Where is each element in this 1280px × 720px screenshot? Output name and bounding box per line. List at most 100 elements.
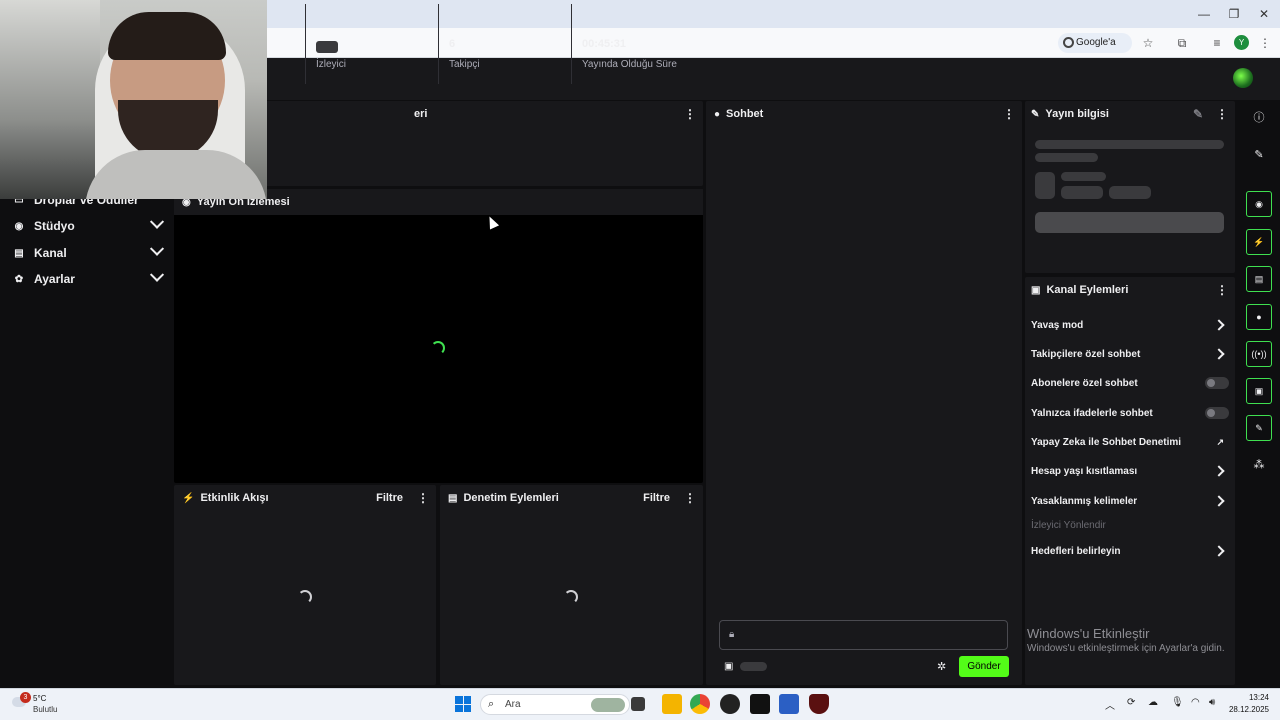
- file-explorer-icon[interactable]: [662, 694, 682, 714]
- channel-icon: ▤: [14, 247, 24, 259]
- gear-icon: ✿: [14, 273, 24, 285]
- chevron-right-icon: [1213, 348, 1225, 360]
- action-label: Hesap yaşı kısıtlaması: [1031, 465, 1138, 477]
- cloud-sync-icon[interactable]: ☁: [1148, 697, 1158, 708]
- stat-value: 00:45:31: [582, 38, 627, 50]
- more-options-icon[interactable]: ⋮: [1003, 107, 1015, 121]
- browser-menu-icon[interactable]: ⋮: [1256, 34, 1274, 52]
- preview-toggle-icon[interactable]: ◉: [1246, 191, 1272, 217]
- shield-app-icon[interactable]: [809, 694, 829, 714]
- more-options-icon[interactable]: ⋮: [684, 491, 696, 505]
- stream-info-title: Yayın bilgisi: [1045, 108, 1109, 120]
- weather-temp[interactable]: 5°C: [33, 694, 46, 703]
- clock-time[interactable]: 13:24: [1229, 693, 1269, 702]
- browser-profile-avatar[interactable]: Y: [1234, 35, 1249, 50]
- store-icon[interactable]: ▣: [1246, 378, 1272, 404]
- task-view-icon[interactable]: [631, 697, 645, 711]
- loading-spinner: [564, 590, 578, 604]
- emotes-only-toggle[interactable]: [1205, 407, 1229, 419]
- channel-actions-header: ▣ Kanal Eylemleri ⋮: [1025, 277, 1235, 303]
- action-label: Hedefleri belirleyin: [1031, 545, 1121, 557]
- external-link-icon: ↗: [1216, 436, 1224, 447]
- chevron-down-icon: [149, 241, 165, 256]
- chevron-right-icon: [1213, 545, 1225, 557]
- minimize-icon[interactable]: —: [1194, 5, 1214, 23]
- bookmark-star-icon[interactable]: ☆: [1139, 34, 1157, 52]
- clock-date[interactable]: 28.12.2025: [1225, 705, 1269, 714]
- app-icon[interactable]: [750, 694, 770, 714]
- search-icon: ⌕: [488, 698, 495, 710]
- stat-value: 6: [449, 38, 456, 50]
- more-options-icon[interactable]: ⋮: [1216, 107, 1228, 121]
- action-account-age[interactable]: Hesap yaşı kısıtlaması: [1031, 461, 1229, 481]
- volume-icon[interactable]: 🔊︎: [1209, 697, 1215, 708]
- edit-pencil-icon[interactable]: ✎: [1250, 146, 1268, 164]
- tag-placeholder: [1061, 186, 1103, 199]
- action-label: Yalnızca ifadelerle sohbet: [1031, 407, 1153, 419]
- stats-title: eri: [414, 108, 428, 120]
- mod-actions-filter-button[interactable]: Filtre: [643, 492, 670, 504]
- chevron-up-icon[interactable]: ︿: [1105, 697, 1115, 712]
- info-icon[interactable]: ⓘ: [1250, 109, 1268, 127]
- extensions-icon[interactable]: ⧉: [1173, 34, 1191, 52]
- close-icon[interactable]: ✕: [1254, 5, 1274, 23]
- action-slow-mode[interactable]: Yavaş mod: [1031, 315, 1229, 335]
- wifi-icon[interactable]: ◠: [1191, 697, 1200, 708]
- user-avatar[interactable]: [1233, 68, 1253, 88]
- action-banned-words[interactable]: Yasaklanmış kelimeler: [1031, 491, 1229, 511]
- windows-start-icon[interactable]: [455, 696, 471, 712]
- stream-preview-panel: ◉ Yayın Ön İzlemesi: [174, 189, 703, 483]
- google-lens-icon: [1063, 37, 1074, 48]
- mod-actions-panel: ▤ Denetim Eylemleri Filtre ⋮: [440, 485, 703, 685]
- chat-settings-gear-icon[interactable]: ✲: [937, 660, 946, 673]
- activity-header: ⚡ Etkinlik Akışı Filtre ⋮: [174, 485, 436, 511]
- google-ask-button[interactable]: Google'a Sor: [1058, 33, 1132, 68]
- chat-bubble-icon: ●: [714, 108, 721, 120]
- store-icon[interactable]: ▣: [724, 661, 734, 672]
- microphone-icon[interactable]: 🎙︎: [1171, 697, 1184, 708]
- add-widget-icon[interactable]: ⁂: [1250, 456, 1268, 474]
- more-options-icon[interactable]: ⋮: [684, 107, 696, 121]
- obs-icon[interactable]: [720, 694, 740, 714]
- action-label: Yapay Zeka ile Sohbet Denetimi: [1031, 436, 1182, 448]
- activity-filter-button[interactable]: Filtre: [376, 492, 403, 504]
- store-icon: ▣: [1031, 284, 1041, 296]
- wrench-icon: ✎: [1031, 108, 1040, 120]
- studio-icon: ◉: [14, 220, 24, 232]
- chat-bubble-icon[interactable]: ●: [1246, 304, 1272, 330]
- document-icon[interactable]: ▤: [1246, 266, 1272, 292]
- sidebar-item-channel[interactable]: ▤ Kanal: [12, 241, 165, 264]
- more-options-icon[interactable]: ⋮: [417, 491, 429, 505]
- wrench-icon[interactable]: ✎: [1246, 415, 1272, 441]
- action-followers-only[interactable]: Takipçilere özel sohbet: [1031, 344, 1229, 364]
- stat-label: İzleyici: [316, 59, 347, 70]
- viewer-count-placeholder: [316, 41, 338, 53]
- chevron-right-icon: [1213, 319, 1225, 331]
- sync-icon[interactable]: ⟳: [1127, 697, 1135, 708]
- lightning-icon[interactable]: ⚡: [1246, 229, 1272, 255]
- stat-label: Takipçi: [449, 59, 480, 70]
- action-set-goals[interactable]: Hedefleri belirleyin: [1031, 541, 1229, 561]
- activity-title: Etkinlik Akışı: [200, 492, 269, 504]
- app-icon[interactable]: [779, 694, 799, 714]
- title-placeholder: [1035, 140, 1224, 149]
- taskbar-search-input[interactable]: ⌕ Ara: [480, 694, 630, 715]
- webcam-background: [0, 0, 100, 199]
- sidebar-item-settings[interactable]: ✿ Ayarlar: [12, 267, 165, 290]
- chat-input[interactable]: 🔒︎: [719, 620, 1008, 650]
- broadcast-icon[interactable]: ((•)): [1246, 341, 1272, 367]
- sidebar-item-studio[interactable]: ◉ Stüdyo: [12, 214, 165, 237]
- subscribers-only-toggle[interactable]: [1205, 377, 1229, 389]
- more-options-icon[interactable]: ⋮: [1216, 283, 1228, 297]
- action-label: Yavaş mod: [1031, 319, 1084, 331]
- chrome-icon[interactable]: [690, 694, 710, 714]
- chevron-right-icon: [1213, 465, 1225, 477]
- action-ai-moderation[interactable]: Yapay Zeka ile Sohbet Denetimi ↗: [1031, 432, 1229, 452]
- media-queue-icon[interactable]: ≡: [1208, 34, 1226, 52]
- activation-watermark-title: Windows'u Etkinleştir: [1027, 626, 1150, 641]
- mod-actions-header: ▤ Denetim Eylemleri Filtre ⋮: [440, 485, 703, 511]
- mod-actions-title: Denetim Eylemleri: [463, 492, 559, 504]
- restore-icon[interactable]: ❐: [1224, 5, 1244, 23]
- edit-pencil-icon[interactable]: ✎: [1193, 107, 1203, 121]
- send-button[interactable]: Gönder: [959, 656, 1009, 677]
